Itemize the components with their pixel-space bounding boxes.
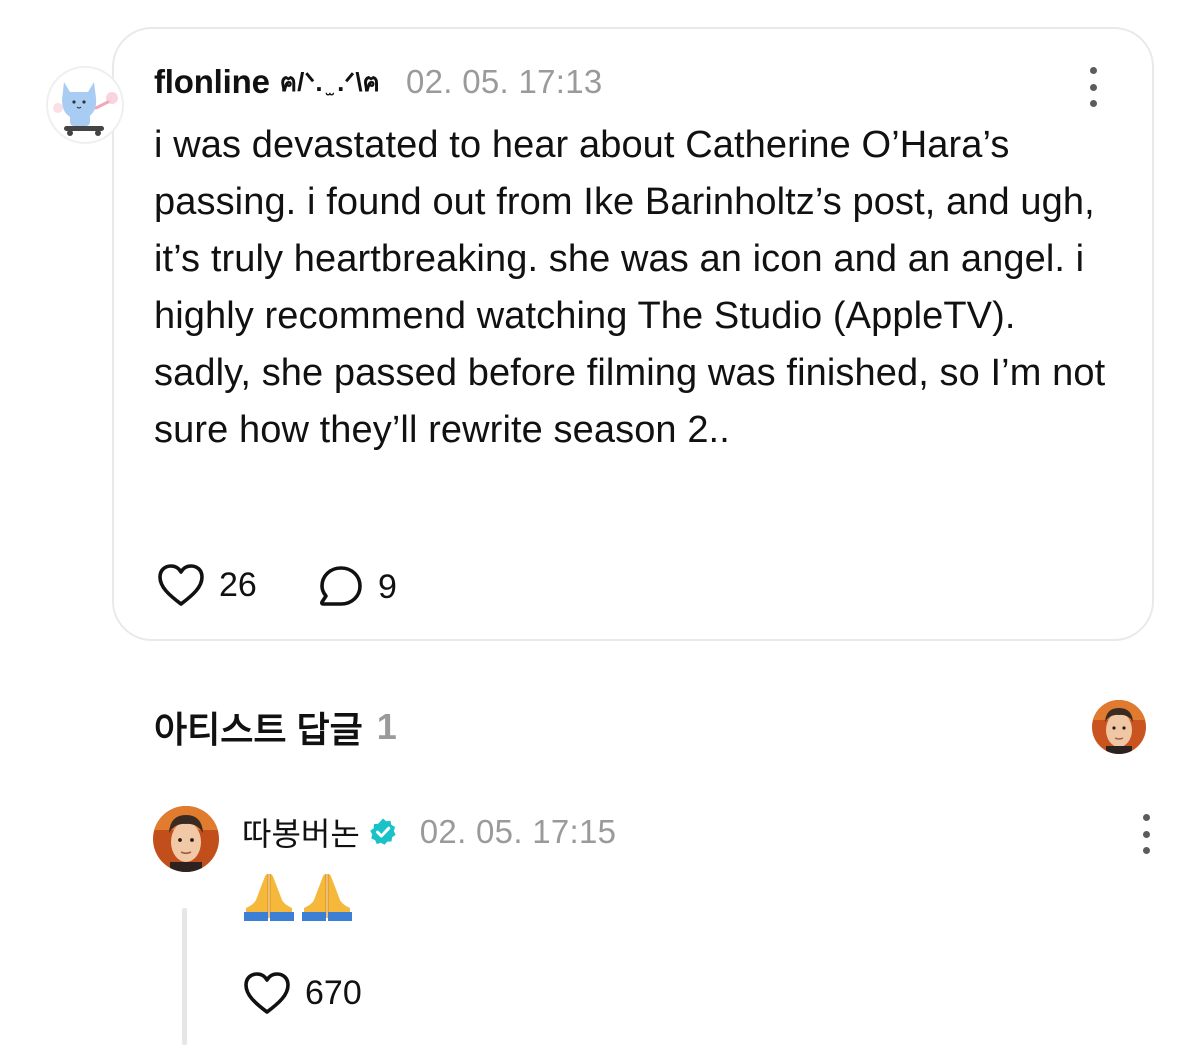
reply-timestamp: 02. 05. 17:15 — [419, 813, 617, 850]
post-timestamp: 02. 05. 17:13 — [405, 63, 603, 100]
post-like-button[interactable]: 26 — [157, 563, 257, 607]
reply-more-options-button[interactable] — [1138, 814, 1154, 854]
heart-icon — [158, 564, 204, 606]
artist-replies-header: 아티스트 답글 1 — [154, 702, 397, 752]
reply-author-name[interactable]: 따봉버논 — [242, 809, 360, 855]
reply-author-avatar[interactable] — [153, 806, 219, 872]
comment-thread-page: flonline ฅ/ᐠ. ̫ .ᐟ\ฅ 02. 05. 17:13 i was… — [0, 0, 1200, 1045]
folded-hands-icon — [302, 874, 352, 921]
more-dot-icon — [1142, 847, 1150, 854]
more-dot-icon — [1089, 83, 1097, 91]
reply-like-count: 670 — [305, 973, 362, 1012]
artist-portrait-icon — [1092, 700, 1146, 754]
more-dot-icon — [1089, 67, 1097, 74]
more-dot-icon — [1142, 814, 1150, 821]
reply-body — [242, 868, 354, 924]
folded-hands-icon — [244, 874, 294, 921]
comment-bubble-icon — [320, 566, 362, 606]
reply-thread-line — [182, 908, 187, 1045]
post-username[interactable]: flonline — [154, 63, 270, 101]
post-like-count: 26 — [219, 565, 257, 604]
more-dot-icon — [1089, 100, 1097, 107]
post-more-options-button[interactable] — [1085, 67, 1101, 107]
reply-header: 따봉버논 02. 05. 17:15 — [242, 810, 616, 854]
heart-icon — [244, 972, 290, 1014]
artist-portrait-icon — [153, 806, 219, 872]
artist-avatar-thumbnail[interactable] — [1092, 700, 1146, 754]
more-dot-icon — [1142, 830, 1150, 838]
artist-replies-count: 1 — [376, 706, 397, 747]
post-username-decoration: ฅ/ᐠ. ̫ .ᐟ\ฅ — [279, 66, 380, 97]
cat-skateboard-avatar-icon — [53, 82, 118, 136]
verified-badge-icon — [369, 818, 396, 845]
artist-replies-title: 아티스트 답글 — [154, 709, 363, 750]
post-header: flonline ฅ/ᐠ. ̫ .ᐟ\ฅ 02. 05. 17:13 — [154, 60, 603, 104]
reply-like-button[interactable]: 670 — [243, 971, 362, 1015]
post-comment-count: 9 — [378, 567, 397, 606]
post-author-avatar[interactable] — [46, 66, 124, 144]
post-comment-button[interactable]: 9 — [318, 565, 397, 609]
post-body-text: i was devastated to hear about Catherine… — [154, 124, 1106, 451]
